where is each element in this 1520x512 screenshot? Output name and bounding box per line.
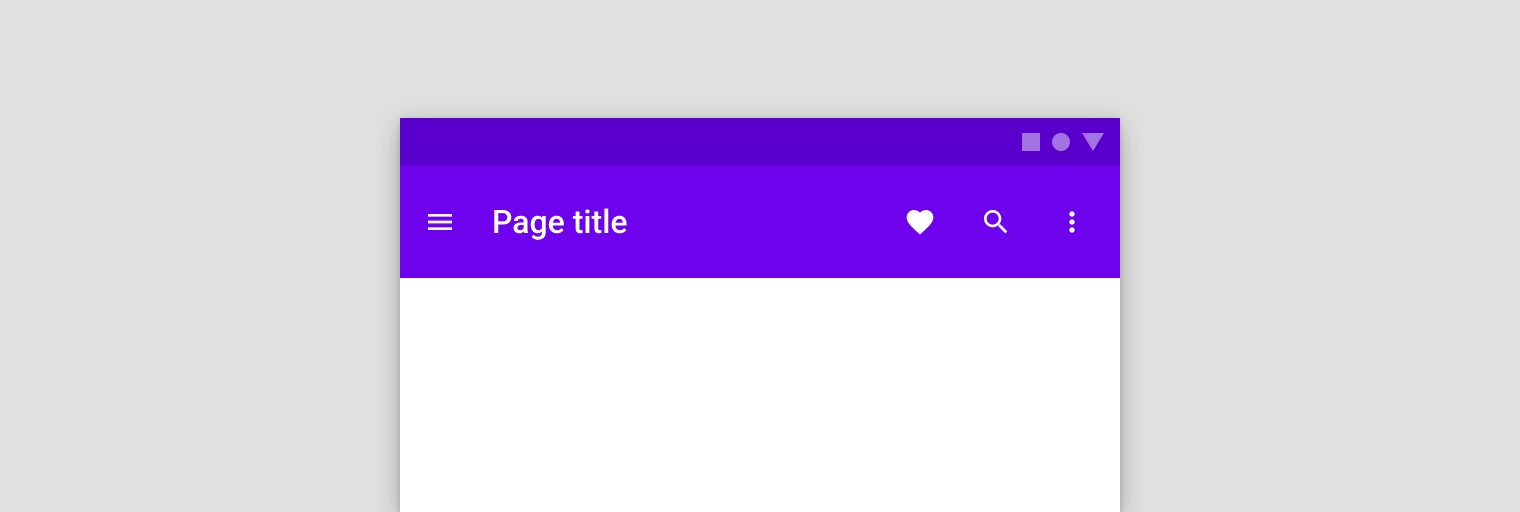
- status-triangle-indicator: [1082, 133, 1104, 151]
- status-bar: [400, 118, 1120, 166]
- heart-icon: [904, 206, 936, 238]
- favorite-button[interactable]: [896, 198, 944, 246]
- status-square-indicator: [1022, 133, 1040, 151]
- app-bar: Page title: [400, 166, 1120, 278]
- content-area: [400, 278, 1120, 512]
- device-frame: Page title: [400, 118, 1120, 512]
- status-circle-indicator: [1052, 133, 1070, 151]
- more-options-button[interactable]: [1048, 198, 1096, 246]
- page-title: Page title: [492, 203, 896, 241]
- search-icon: [980, 206, 1012, 238]
- search-button[interactable]: [972, 198, 1020, 246]
- menu-button[interactable]: [416, 198, 464, 246]
- action-icons: [896, 198, 1104, 246]
- more-vert-icon: [1056, 206, 1088, 238]
- menu-icon: [424, 206, 456, 238]
